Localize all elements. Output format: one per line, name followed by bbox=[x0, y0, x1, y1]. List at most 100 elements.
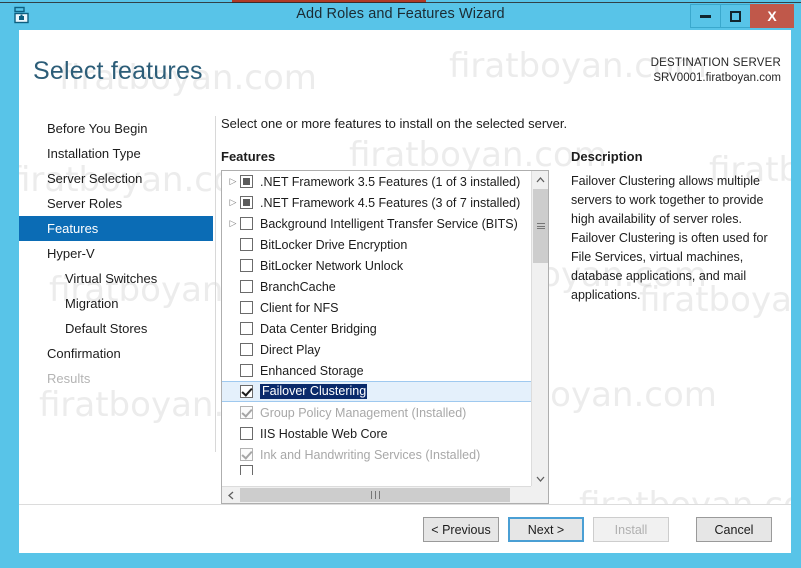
feature-checkbox[interactable] bbox=[240, 238, 253, 251]
sidebar-item-label: Confirmation bbox=[47, 346, 121, 361]
feature-label: Direct Play bbox=[260, 343, 320, 357]
expand-triangle-icon[interactable]: ▷ bbox=[226, 171, 240, 192]
sidebar-item-label: Results bbox=[47, 371, 90, 386]
minimize-icon bbox=[700, 15, 711, 18]
chevron-up-icon[interactable] bbox=[532, 171, 549, 188]
feature-row[interactable]: Ink and Handwriting Services (Installed) bbox=[222, 444, 531, 465]
feature-label: .NET Framework 3.5 Features (1 of 3 inst… bbox=[260, 175, 520, 189]
destination-server-block: DESTINATION SERVER SRV0001.firatboyan.co… bbox=[651, 56, 781, 86]
feature-row[interactable]: Client for NFS bbox=[222, 297, 531, 318]
feature-checkbox[interactable] bbox=[240, 322, 253, 335]
expand-triangle-icon[interactable]: ▷ bbox=[226, 213, 240, 234]
minimize-button[interactable] bbox=[690, 4, 721, 28]
feature-checkbox[interactable] bbox=[240, 196, 253, 209]
feature-checkbox[interactable] bbox=[240, 175, 253, 188]
sidebar-item-installation-type[interactable]: Installation Type bbox=[19, 141, 213, 166]
wizard-window: Add Roles and Features Wizard X firatboy… bbox=[0, 0, 801, 568]
feature-row[interactable]: Data Center Bridging bbox=[222, 318, 531, 339]
feature-checkbox[interactable] bbox=[240, 280, 253, 293]
sidebar-item-label: Migration bbox=[65, 296, 118, 311]
sidebar-item-hyper-v[interactable]: Hyper-V bbox=[19, 241, 213, 266]
sidebar-item-label: Hyper-V bbox=[47, 246, 95, 261]
instruction-text: Select one or more features to install o… bbox=[221, 116, 567, 131]
previous-button[interactable]: < Previous bbox=[423, 517, 499, 542]
feature-checkbox[interactable] bbox=[240, 364, 253, 377]
title-bar[interactable]: Add Roles and Features Wizard X bbox=[0, 3, 801, 29]
feature-row[interactable]: Direct Play bbox=[222, 339, 531, 360]
features-list-viewport: ▷ .NET Framework 3.5 Features (1 of 3 ins… bbox=[222, 171, 531, 487]
sidebar-item-label: Features bbox=[47, 221, 98, 236]
vertical-scrollbar-thumb[interactable] bbox=[533, 189, 548, 263]
feature-checkbox[interactable] bbox=[240, 217, 253, 230]
features-listbox[interactable]: ▷ .NET Framework 3.5 Features (1 of 3 ins… bbox=[221, 170, 549, 504]
feature-row[interactable]: BranchCache bbox=[222, 276, 531, 297]
sidebar-item-confirmation[interactable]: Confirmation bbox=[19, 341, 213, 366]
feature-label: Client for NFS bbox=[260, 301, 339, 315]
close-icon: X bbox=[767, 8, 776, 24]
sidebar-item-default-stores[interactable]: Default Stores bbox=[19, 316, 213, 341]
feature-label: IIS Hostable Web Core bbox=[260, 427, 388, 441]
maximize-button[interactable] bbox=[720, 4, 751, 28]
feature-row[interactable]: BitLocker Drive Encryption bbox=[222, 234, 531, 255]
feature-label: .NET Framework 4.5 Features (3 of 7 inst… bbox=[260, 196, 520, 210]
feature-label: Background Intelligent Transfer Service … bbox=[260, 217, 518, 231]
scrollbar-grip bbox=[369, 491, 381, 499]
feature-checkbox[interactable] bbox=[240, 259, 253, 272]
page-title: Select features bbox=[33, 57, 203, 86]
feature-row[interactable]: Failover Clustering bbox=[222, 381, 531, 402]
feature-row[interactable]: ▷ .NET Framework 4.5 Features (3 of 7 ins… bbox=[222, 192, 531, 213]
features-vertical-scrollbar[interactable] bbox=[531, 171, 548, 487]
sidebar-item-results: Results bbox=[19, 366, 213, 391]
sidebar-item-migration[interactable]: Migration bbox=[19, 291, 213, 316]
sidebar-item-virtual-switches[interactable]: Virtual Switches bbox=[19, 266, 213, 291]
sidebar-item-label: Installation Type bbox=[47, 146, 141, 161]
sidebar-item-label: Before You Begin bbox=[47, 121, 147, 136]
install-button: Install bbox=[593, 517, 669, 542]
sidebar-item-label: Server Roles bbox=[47, 196, 122, 211]
feature-checkbox[interactable] bbox=[240, 465, 253, 475]
feature-row[interactable]: IIS Hostable Web Core bbox=[222, 423, 531, 444]
sidebar-item-before-you-begin[interactable]: Before You Begin bbox=[19, 116, 213, 141]
close-button[interactable]: X bbox=[750, 4, 794, 28]
description-body: Failover Clustering allows multiple serv… bbox=[571, 172, 776, 305]
next-button[interactable]: Next > bbox=[508, 517, 584, 542]
feature-checkbox[interactable] bbox=[240, 427, 253, 440]
sidebar-item-label: Default Stores bbox=[65, 321, 147, 336]
horizontal-scrollbar-thumb[interactable] bbox=[240, 488, 510, 502]
feature-label: BranchCache bbox=[260, 280, 336, 294]
sidebar-item-features[interactable]: Features bbox=[19, 216, 213, 241]
watermark: firatboyan.com bbox=[349, 135, 607, 175]
destination-server-value: SRV0001.firatboyan.com bbox=[651, 71, 781, 86]
feature-checkbox bbox=[240, 448, 253, 461]
chevron-left-icon[interactable] bbox=[222, 487, 239, 503]
feature-label: Failover Clustering bbox=[260, 384, 367, 399]
feature-checkbox[interactable] bbox=[240, 343, 253, 356]
feature-checkbox bbox=[240, 406, 253, 419]
features-horizontal-scrollbar[interactable] bbox=[222, 486, 548, 503]
features-list-label: Features bbox=[221, 149, 275, 164]
scrollbar-corner bbox=[531, 486, 548, 503]
feature-row[interactable]: BitLocker Network Unlock bbox=[222, 255, 531, 276]
wizard-client-area: firatboyan.com firatboyan.com firatboyan… bbox=[19, 30, 791, 553]
scrollbar-grip bbox=[537, 222, 545, 231]
feature-row[interactable]: Group Policy Management (Installed) bbox=[222, 402, 531, 423]
feature-label: BitLocker Network Unlock bbox=[260, 259, 403, 273]
feature-row-partial[interactable] bbox=[222, 465, 531, 475]
feature-label: BitLocker Drive Encryption bbox=[260, 238, 407, 252]
feature-row[interactable]: ▷ .NET Framework 3.5 Features (1 of 3 ins… bbox=[222, 171, 531, 192]
cancel-button[interactable]: Cancel bbox=[696, 517, 772, 542]
sidebar-item-label: Server Selection bbox=[47, 171, 142, 186]
feature-row[interactable]: Enhanced Storage bbox=[222, 360, 531, 381]
wizard-footer: < Previous Next > Install Cancel bbox=[19, 504, 791, 553]
maximize-icon bbox=[730, 11, 741, 22]
sidebar-item-server-selection[interactable]: Server Selection bbox=[19, 166, 213, 191]
feature-row[interactable]: ▷ Background Intelligent Transfer Service… bbox=[222, 213, 531, 234]
feature-label: Enhanced Storage bbox=[260, 364, 364, 378]
expand-triangle-icon[interactable]: ▷ bbox=[226, 192, 240, 213]
chevron-down-icon[interactable] bbox=[532, 470, 549, 487]
wizard-step-nav: Before You Begin Installation Type Server … bbox=[19, 116, 213, 516]
feature-checkbox[interactable] bbox=[240, 301, 253, 314]
sidebar-item-server-roles[interactable]: Server Roles bbox=[19, 191, 213, 216]
feature-checkbox[interactable] bbox=[240, 385, 253, 398]
description-label: Description bbox=[571, 149, 643, 164]
